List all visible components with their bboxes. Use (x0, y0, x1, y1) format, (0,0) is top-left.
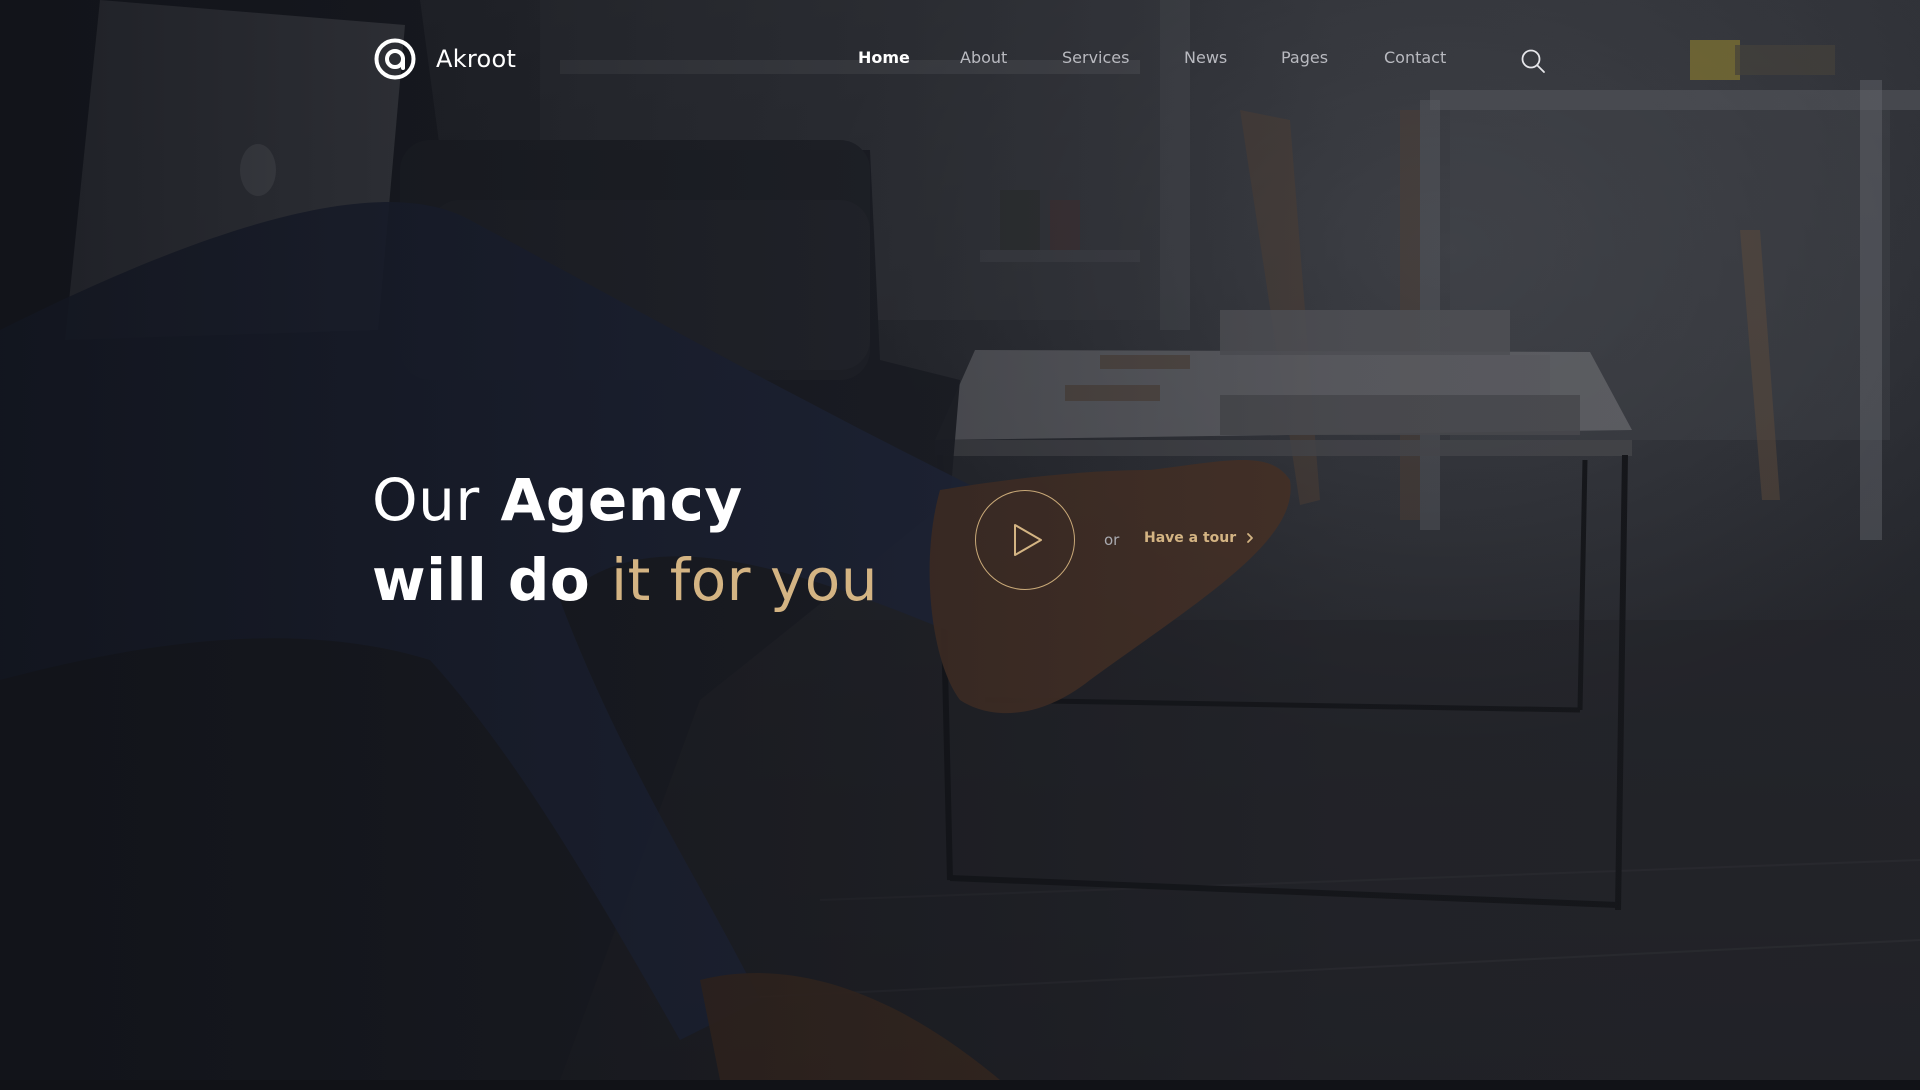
play-icon (1014, 524, 1042, 556)
nav-item-home[interactable]: Home (858, 48, 910, 67)
tour-label: Have a tour (1144, 530, 1237, 546)
headline-word-our: Our (372, 466, 480, 534)
bottom-strip (0, 1080, 1920, 1090)
headline-accent: it for you (610, 546, 879, 614)
play-video-button[interactable] (975, 490, 1075, 590)
have-a-tour-link[interactable]: Have a tour (1144, 530, 1254, 546)
nav-item-news[interactable]: News (1184, 48, 1227, 67)
headline-word-will-do: will do (372, 546, 591, 614)
search-icon[interactable] (1520, 48, 1546, 74)
headline-line-2: will do it for you (372, 540, 878, 620)
headline-line-1: Our Agency (372, 460, 878, 540)
main-nav: Home About Services News Pages Contact (0, 48, 1920, 72)
nav-item-about[interactable]: About (960, 48, 1007, 67)
chevron-right-icon (1247, 533, 1254, 543)
site-header: Akroot Home About Services News Pages Co… (0, 0, 1920, 120)
nav-item-pages[interactable]: Pages (1281, 48, 1328, 67)
nav-item-services[interactable]: Services (1062, 48, 1129, 67)
hero-section: Akroot Home About Services News Pages Co… (0, 0, 1920, 1080)
headline-word-agency: Agency (500, 466, 743, 534)
hero-headline: Our Agency will do it for you (372, 460, 878, 620)
dark-overlay (0, 0, 1920, 1080)
nav-item-contact[interactable]: Contact (1384, 48, 1446, 67)
or-separator: or (1104, 531, 1120, 549)
